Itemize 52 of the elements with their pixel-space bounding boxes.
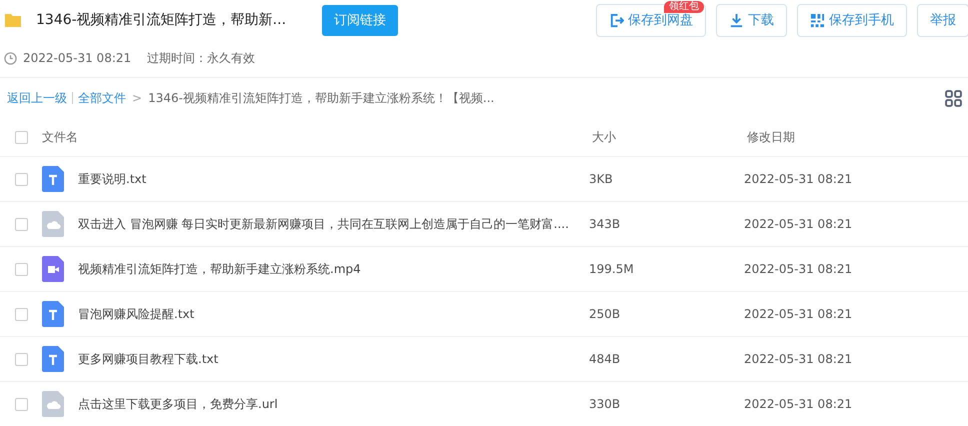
file-name[interactable]: 冒泡网赚风险提醒.txt — [78, 306, 589, 322]
file-size: 3KB — [589, 172, 614, 186]
file-size: 484B — [589, 352, 622, 366]
file-name[interactable]: 双击进入 冒泡网赚 每日实时更新最新网赚项目，共同在互联网上创造属于自己的一笔财富.... — [78, 216, 589, 232]
modified-date: 2022-05-31 08:21 — [744, 172, 852, 186]
share-title: 1346-视频精准引流矩阵打造，帮助新... — [36, 11, 288, 29]
report-button[interactable]: 举报 — [917, 4, 968, 36]
file-size: 343B — [589, 217, 622, 231]
export-icon — [609, 12, 624, 28]
file-size: 250B — [589, 307, 622, 321]
share-date: 2022-05-31 08:21 — [23, 51, 132, 65]
select-all-checkbox[interactable] — [15, 130, 28, 144]
modified-date: 2022-05-31 08:21 — [744, 307, 852, 321]
cloud-file-icon — [42, 391, 64, 417]
file-size: 199.5M — [589, 262, 635, 276]
cloud-file-icon — [42, 211, 64, 237]
all-files-link[interactable]: 全部文件 — [78, 90, 126, 106]
file-name[interactable]: 视频精准引流矩阵打造，帮助新手建立涨粉系统.mp4 — [78, 260, 589, 278]
subscribe-button[interactable]: 订阅链接 — [322, 4, 398, 36]
modified-date: 2022-05-31 08:21 — [744, 262, 852, 276]
column-header: 修改日期 — [747, 128, 795, 146]
file-name[interactable]: 更多网赚项目教程下载.txt — [78, 350, 589, 368]
modified-date: 2022-05-31 08:21 — [744, 352, 852, 366]
text-file-icon — [42, 346, 64, 372]
promo-badge: 领红包 — [664, 0, 704, 12]
current-folder: 1346-视频精准引流矩阵打造，帮助新手建立涨粉系统！【视频... — [148, 90, 494, 106]
row-checkbox[interactable] — [15, 218, 28, 230]
row-checkbox[interactable] — [15, 172, 28, 186]
row-checkbox[interactable] — [15, 262, 28, 276]
back-link[interactable]: 返回上一级 — [7, 90, 67, 106]
breadcrumb-separator: > — [132, 91, 142, 105]
file-name[interactable]: 重要说明.txt — [78, 170, 589, 188]
file-size: 330B — [589, 397, 622, 411]
modified-date: 2022-05-31 08:21 — [744, 397, 852, 411]
expiry-text: 过期时间：永久有效 — [147, 50, 256, 66]
modified-date: 2022-05-31 08:21 — [744, 217, 852, 231]
row-checkbox[interactable] — [15, 308, 28, 320]
file-name[interactable]: 点击这里下载更多项目，免费分享.url — [78, 396, 589, 412]
download-button[interactable]: 下载 — [716, 4, 787, 36]
download-icon — [729, 12, 744, 28]
row-checkbox[interactable] — [15, 398, 28, 410]
text-file-icon — [42, 166, 64, 192]
save-to-phone-button[interactable]: 保存到手机 — [797, 4, 907, 36]
column-header: 大小 — [592, 128, 617, 146]
column-header: 文件名 — [42, 128, 79, 146]
clock-icon — [4, 52, 17, 64]
grid-view-icon[interactable] — [945, 90, 962, 106]
row-checkbox[interactable] — [15, 352, 28, 366]
text-file-icon — [42, 301, 64, 327]
qr-code-icon — [810, 12, 825, 28]
folder-icon — [5, 13, 21, 27]
video-file-icon — [42, 256, 64, 282]
